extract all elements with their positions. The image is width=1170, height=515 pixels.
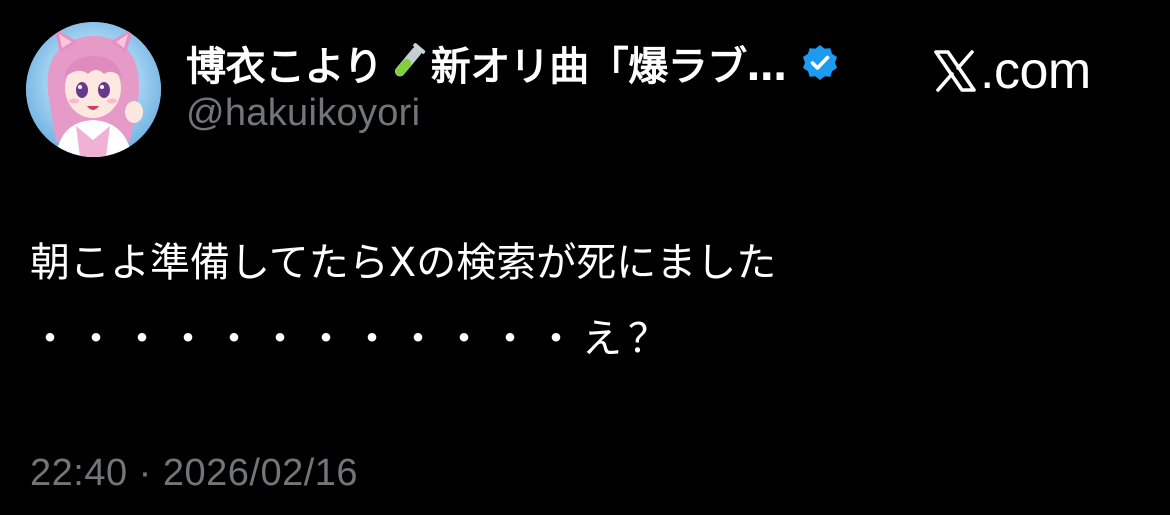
- brand-domain-text: .com: [980, 42, 1091, 100]
- author-name-suffix: 新オリ曲「爆ラブ…: [430, 44, 787, 90]
- post-body-line-2: ・・・・・・・・・・・・え？: [30, 316, 674, 362]
- post-body-line-1: 朝こよ準備してたらXの検索が死にました: [30, 240, 777, 286]
- post-timestamp[interactable]: 22:40 · 2026/02/16: [30, 452, 358, 495]
- author-handle[interactable]: @hakuikoyori: [186, 92, 420, 135]
- author-name-row[interactable]: 博衣こより 新オリ曲「爆ラブ…: [186, 34, 840, 92]
- author-display-name[interactable]: 博衣こより 新オリ曲「爆ラブ…: [186, 34, 787, 92]
- x-logo-icon: [932, 48, 978, 94]
- post-card: 博衣こより 新オリ曲「爆ラブ… @hakuikoyori .com 朝こよ準備し…: [0, 0, 1170, 515]
- profile-avatar[interactable]: [26, 22, 161, 157]
- brand-mark: .com: [932, 40, 1091, 102]
- avatar-illustration: [26, 22, 161, 157]
- test-tube-icon: [385, 41, 429, 85]
- verified-badge-icon[interactable]: [800, 43, 840, 83]
- post-body: 朝こよ準備してたらXの検索が死にました ・・・・・・・・・・・・え？: [30, 225, 1140, 377]
- author-name-prefix: 博衣こより: [186, 44, 383, 90]
